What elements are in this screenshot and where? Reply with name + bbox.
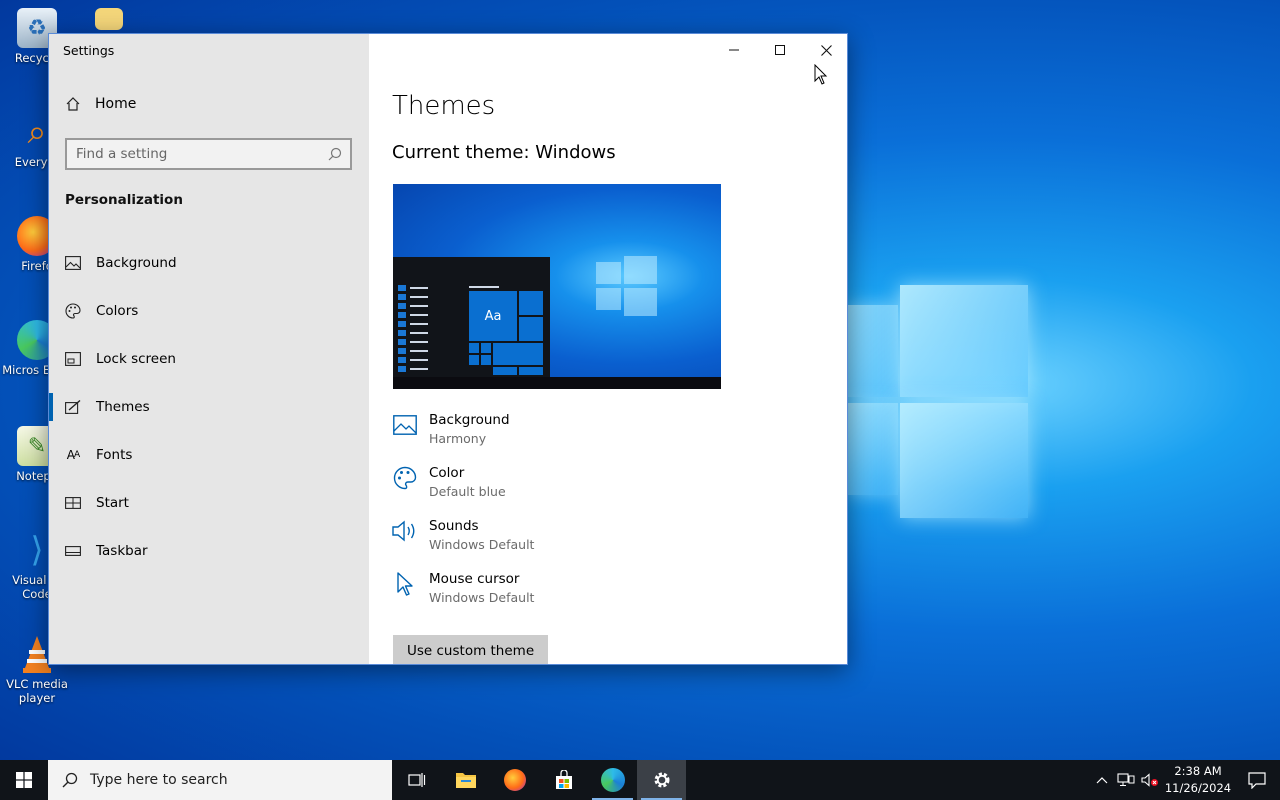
chevron-up-icon [1096, 777, 1108, 784]
gear-icon [654, 772, 669, 788]
clock-date: 11/26/2024 [1164, 781, 1232, 795]
sidebar-item-lock-screen[interactable]: Lock screen [49, 335, 369, 383]
property-value: Default blue [429, 484, 506, 499]
theme-property-mouse-cursor[interactable]: Mouse cursor Windows Default [392, 571, 534, 624]
theme-preview: Aa [393, 184, 721, 389]
theme-property-color[interactable]: Color Default blue [392, 465, 534, 518]
current-theme-heading: Current theme: Windows [392, 142, 616, 163]
property-value: Windows Default [429, 537, 535, 552]
system-tray: 2:38 AM 11/26/2024 [1090, 760, 1280, 800]
taskbar-clock[interactable]: 2:38 AM 11/26/2024 [1162, 763, 1234, 797]
use-custom-theme-button[interactable]: Use custom theme [393, 635, 549, 664]
start-icon [65, 495, 81, 511]
show-hidden-icons-button[interactable] [1090, 760, 1114, 800]
folder-icon [455, 773, 476, 788]
property-name: Mouse cursor [429, 571, 520, 587]
windows-logo-icon [16, 772, 32, 788]
themes-page: Themes Current theme: Windows Aa Backgro… [369, 34, 847, 664]
theme-properties: Background Harmony Color Default blue So… [392, 412, 534, 624]
sidebar-home-label: Home [95, 96, 137, 112]
sidebar-item-label: Taskbar [96, 543, 148, 559]
start-button[interactable] [0, 760, 48, 800]
search-icon [62, 772, 78, 788]
taskbar-file-explorer[interactable] [441, 760, 490, 800]
sidebar-item-background[interactable]: Background [49, 239, 369, 287]
wallpaper-windows-logo [846, 280, 1028, 520]
find-setting-search[interactable] [65, 138, 352, 170]
palette-icon [392, 465, 418, 491]
taskbar: Type here to search 2:38 AM 11/26/2024 [0, 760, 1280, 800]
picture-icon [65, 255, 81, 271]
taskbar-settings[interactable] [637, 760, 686, 800]
fonts-icon: AA [66, 448, 80, 462]
preview-tile-aa: Aa [469, 291, 517, 341]
sidebar-item-start[interactable]: Start [49, 479, 369, 527]
task-view-icon [407, 773, 425, 787]
clock-time: 2:38 AM [1174, 764, 1222, 778]
preview-taskbar [393, 377, 721, 389]
brush-icon [65, 399, 81, 415]
property-name: Background [429, 412, 510, 428]
settings-window: Settings Home Personalization Background… [48, 33, 848, 665]
desktop-icon-label: VLC media player [6, 677, 68, 705]
property-value: Harmony [429, 431, 487, 446]
network-button[interactable] [1114, 760, 1138, 800]
theme-property-sounds[interactable]: Sounds Windows Default [392, 518, 534, 571]
sidebar-nav: Background Colors Lock screen Themes AA … [49, 239, 369, 575]
sidebar-item-colors[interactable]: Colors [49, 287, 369, 335]
sidebar-home[interactable]: Home [65, 96, 136, 112]
taskbar-firefox[interactable] [490, 760, 539, 800]
taskbar-microsoft-store[interactable] [539, 760, 588, 800]
sidebar-item-label: Colors [96, 303, 139, 319]
cursor-icon [392, 571, 418, 597]
taskbar-icon [65, 543, 81, 559]
section-title-personalization: Personalization [65, 192, 183, 208]
folder-icon [95, 8, 123, 30]
firefox-icon [503, 769, 526, 791]
action-center-button[interactable] [1234, 760, 1280, 800]
network-icon [1117, 773, 1135, 786]
picture-icon [392, 412, 418, 438]
find-setting-input[interactable] [67, 146, 320, 162]
sidebar-item-themes[interactable]: Themes [49, 383, 369, 431]
notification-icon [1248, 771, 1266, 789]
home-icon [66, 97, 80, 111]
edge-icon [600, 768, 625, 792]
property-name: Sounds [429, 518, 479, 534]
lock-screen-icon [65, 351, 81, 367]
sidebar-item-label: Background [96, 255, 177, 271]
settings-sidebar: Settings Home Personalization Background… [49, 34, 369, 664]
volume-button[interactable] [1138, 760, 1162, 800]
property-value: Windows Default [429, 590, 535, 605]
store-icon [555, 770, 572, 789]
sidebar-item-taskbar[interactable]: Taskbar [49, 527, 369, 575]
palette-icon [65, 303, 81, 319]
taskbar-edge[interactable] [588, 760, 637, 800]
desktop-icon-user-folder[interactable] [84, 8, 134, 30]
property-name: Color [429, 465, 465, 481]
taskbar-search-box[interactable]: Type here to search [48, 760, 392, 800]
sidebar-item-label: Fonts [96, 447, 133, 463]
theme-property-background[interactable]: Background Harmony [392, 412, 534, 465]
sidebar-item-label: Start [96, 495, 129, 511]
sidebar-item-fonts[interactable]: AA Fonts [49, 431, 369, 479]
sidebar-item-label: Themes [96, 399, 150, 415]
page-title: Themes [392, 91, 496, 121]
mouse-pointer-icon [814, 64, 828, 85]
window-title: Settings [63, 43, 115, 58]
search-icon [320, 147, 350, 161]
sidebar-item-label: Lock screen [96, 351, 176, 367]
taskbar-task-view[interactable] [392, 760, 441, 800]
speaker-icon [392, 518, 418, 544]
volume-muted-icon [1141, 773, 1158, 787]
taskbar-search-placeholder: Type here to search [90, 772, 228, 788]
